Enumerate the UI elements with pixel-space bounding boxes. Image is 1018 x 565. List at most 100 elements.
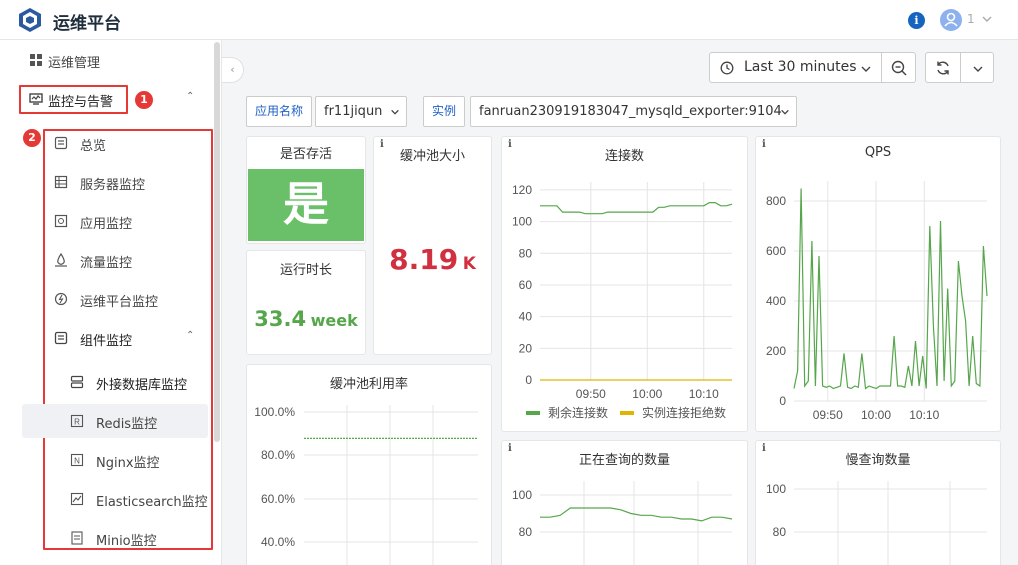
- chart-icon: [70, 492, 84, 506]
- y-tick-label: 120: [512, 183, 532, 197]
- sidebar-item-traffic-monitor[interactable]: 流量监控: [0, 240, 214, 279]
- app-name-label: 应用名称: [246, 96, 313, 127]
- nginx-icon: N: [70, 453, 84, 467]
- panel-buffer-usage: 缓冲池利用率 100.0% 80.0% 60.0% 40.0%: [246, 364, 492, 565]
- clock-icon: [720, 61, 734, 75]
- instance-select[interactable]: fanruan230919183047_mysqld_exporter:9104: [470, 96, 797, 127]
- x-tick-label: 10:10: [909, 408, 939, 422]
- sidebar-item-external-db-monitor[interactable]: 外接数据库监控: [0, 362, 214, 401]
- chevron-down-icon: [861, 66, 871, 72]
- avatar[interactable]: [940, 9, 962, 31]
- instance-value: fanruan230919183047_mysqld_exporter:9104: [479, 104, 782, 119]
- component-icon: [54, 331, 68, 345]
- y-tick-label: 0: [779, 394, 786, 408]
- overview-icon: [54, 136, 68, 150]
- grid-icon: [30, 54, 42, 66]
- buffer-size-unit: K: [462, 254, 476, 274]
- info-icon[interactable]: i: [908, 12, 925, 29]
- app-name-value: fr11jiqun: [324, 104, 383, 119]
- y-tick-label: 100: [512, 488, 532, 502]
- series-line: [540, 507, 733, 522]
- step-badge: 1: [135, 91, 153, 109]
- divider: [881, 53, 882, 82]
- y-tick-label: 100.0%: [254, 405, 295, 419]
- highlight-box-1: [19, 85, 128, 114]
- collapse-sidebar-button[interactable]: ‹: [222, 57, 244, 83]
- sidebar-item-component-monitor[interactable]: 组件监控 ⌃: [0, 318, 214, 357]
- legend-label: 实例连接拒绝数: [642, 405, 726, 420]
- top-bar: 运维平台 i 1: [0, 0, 1018, 40]
- y-tick-label: 60.0%: [261, 492, 295, 506]
- y-tick-label: 80: [773, 525, 787, 539]
- chevron-down-icon[interactable]: [972, 63, 984, 75]
- legend-swatch: [526, 411, 540, 415]
- app-name-select[interactable]: fr11jiqun: [315, 96, 407, 127]
- sidebar-item-label: 流量监控: [80, 256, 133, 271]
- legend-swatch: [620, 411, 634, 415]
- sidebar-item-overview[interactable]: 总览: [0, 123, 214, 162]
- sidebar-item-redis-monitor[interactable]: R Redis监控: [0, 401, 214, 440]
- sidebar-item-app-monitor[interactable]: 应用监控: [0, 201, 214, 240]
- sidebar-item-nginx-monitor[interactable]: N Nginx监控: [0, 440, 214, 479]
- sidebar-item-label: 运维管理: [48, 56, 101, 71]
- chevron-down-icon: [391, 109, 399, 115]
- x-tick-label: 09:50: [813, 408, 843, 422]
- panel-qps: i QPS 0 200 400 600 800 09:50 10:00 10:10: [755, 136, 1001, 432]
- redis-icon: R: [70, 414, 84, 428]
- time-range-picker[interactable]: Last 30 minutes: [709, 52, 916, 83]
- sidebar-item-label: Redis监控: [96, 417, 158, 432]
- panel-title: 是否存活: [279, 147, 332, 162]
- sidebar-item-label: Elasticsearch监控: [96, 495, 208, 510]
- sidebar-item-ops-management[interactable]: 运维管理: [0, 40, 214, 79]
- y-tick-label: 20: [519, 341, 533, 355]
- y-tick-label: 80.0%: [261, 448, 295, 462]
- x-tick-label: 10:00: [632, 387, 662, 401]
- sidebar-item-platform-monitor[interactable]: 运维平台监控: [0, 279, 214, 318]
- y-tick-label: 0: [525, 373, 532, 387]
- y-tick-label: 800: [766, 194, 786, 208]
- y-tick-label: 200: [766, 344, 786, 358]
- document-icon: [71, 531, 83, 545]
- app-icon: [54, 214, 68, 228]
- panel-title: 缓冲池大小: [399, 149, 465, 164]
- qps-chart: 0 200 400 600 800 09:50 10:00 10:10: [766, 181, 988, 422]
- time-range-label: Last 30 minutes: [744, 59, 857, 75]
- sidebar-item-minio-monitor[interactable]: Minio监控: [0, 518, 214, 557]
- sidebar-item-label: Minio监控: [96, 534, 157, 549]
- x-tick-label: 10:10: [689, 387, 719, 401]
- user-name[interactable]: 1: [967, 12, 975, 26]
- sidebar-item-label: 总览: [80, 139, 107, 154]
- x-tick-label: 09:50: [576, 387, 606, 401]
- sidebar-item-label: 应用监控: [80, 217, 133, 232]
- y-tick-label: 40: [519, 310, 533, 324]
- chevron-down-icon: [781, 109, 789, 115]
- sidebar-scrollbar[interactable]: [214, 42, 220, 442]
- sidebar-item-elasticsearch-monitor[interactable]: Elasticsearch监控: [0, 479, 214, 518]
- x-tick-label: 10:00: [861, 408, 891, 422]
- database-icon: [70, 375, 84, 389]
- y-tick-label: 600: [766, 244, 786, 258]
- user-icon: [944, 12, 958, 27]
- chevron-down-icon[interactable]: [981, 13, 993, 25]
- panel-slow-queries: i 慢查询数量 100 80: [755, 440, 1001, 565]
- refresh-icon: [937, 61, 949, 75]
- panel-title: 运行时长: [279, 263, 332, 278]
- zoom-out-icon[interactable]: [891, 60, 907, 76]
- y-tick-label: 80: [519, 246, 533, 260]
- panel-running-queries: i 正在查询的数量 100 80: [501, 440, 748, 565]
- y-tick-label: 100: [766, 482, 786, 496]
- panel-uptime: 运行时长 33.4 week: [246, 250, 366, 355]
- buffer-size-stat: 8.19 K: [374, 243, 491, 276]
- y-tick-label: 60: [519, 278, 533, 292]
- y-tick-label: 100: [512, 215, 532, 229]
- divider: [960, 53, 961, 82]
- refresh-button[interactable]: [925, 52, 994, 83]
- sidebar-item-label: 服务器监控: [80, 178, 146, 193]
- sidebar-item-label: 组件监控: [80, 334, 133, 349]
- sidebar-item-label: Nginx监控: [96, 456, 160, 471]
- running-queries-chart: 100 80: [512, 481, 733, 565]
- svg-text:N: N: [74, 457, 80, 466]
- chevron-up-icon: ⌃: [186, 91, 195, 102]
- chevron-up-icon: ⌃: [186, 330, 195, 341]
- sidebar-item-server-monitor[interactable]: 服务器监控: [0, 162, 214, 201]
